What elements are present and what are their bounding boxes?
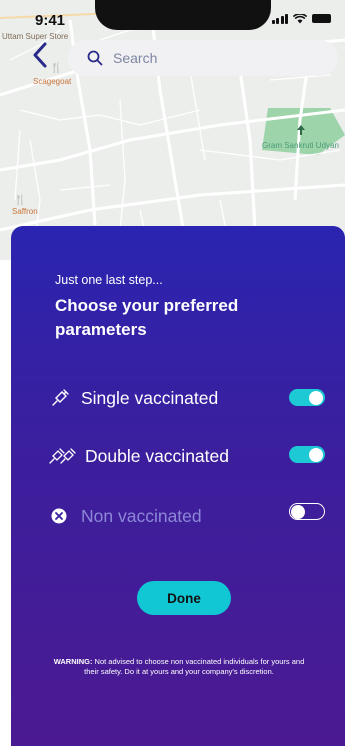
single-vaccinated-toggle[interactable]: [289, 389, 325, 406]
non-vaccinated-toggle[interactable]: [289, 503, 325, 520]
search-input[interactable]: Search: [113, 50, 157, 66]
option-label: Non vaccinated: [81, 505, 202, 526]
warning-text: WARNING: Not advised to choose non vacci…: [51, 657, 307, 676]
map-label-saffron: Saffron: [12, 207, 38, 216]
double-vaccinated-toggle[interactable]: [289, 446, 325, 463]
option-label: Double vaccinated: [85, 445, 229, 466]
toggle-knob: [309, 390, 323, 405]
warning-prefix: WARNING:: [53, 657, 93, 666]
option-label: Single vaccinated: [81, 387, 219, 408]
status-time: 9:41: [35, 12, 66, 29]
status-bar: 9:41: [0, 0, 345, 34]
syringe-icon: [51, 389, 75, 407]
chevron-left-icon: [33, 42, 47, 68]
restaurant-icon: 🍴: [50, 63, 63, 74]
option-double-vaccinated[interactable]: Double vaccinated: [49, 441, 329, 471]
preferences-sheet: Just one last step... Choose your prefer…: [11, 226, 345, 746]
restaurant-icon: 🍴: [14, 195, 27, 206]
search-bar[interactable]: Search: [68, 40, 338, 76]
option-non-vaccinated[interactable]: Non vaccinated: [51, 501, 331, 531]
sheet-title: Choose your preferred parameters: [55, 296, 239, 339]
close-circle-icon: [51, 508, 75, 524]
back-button[interactable]: [32, 42, 48, 73]
double-syringe-icon: [49, 447, 79, 465]
warning-body: Not advised to choose non vaccinated ind…: [84, 657, 305, 676]
map-view[interactable]: Uttam Super Store Scagegoat Gram Sankrut…: [0, 0, 345, 260]
notch: [95, 0, 271, 30]
phone-screen: Uttam Super Store Scagegoat Gram Sankrut…: [0, 0, 345, 746]
status-icons: [271, 13, 331, 24]
sheet-intro: Just one last step...: [55, 273, 163, 287]
battery-icon: [312, 14, 331, 23]
toggle-knob: [291, 505, 305, 519]
search-icon: [87, 50, 103, 66]
done-button[interactable]: Done: [137, 581, 231, 615]
map-label-park: Gram Sankruti Udyan: [262, 141, 339, 150]
map-label-scagegoat: Scagegoat: [33, 77, 72, 86]
signal-icon: [271, 13, 288, 24]
toggle-knob: [309, 447, 323, 462]
wifi-icon: [293, 13, 307, 23]
